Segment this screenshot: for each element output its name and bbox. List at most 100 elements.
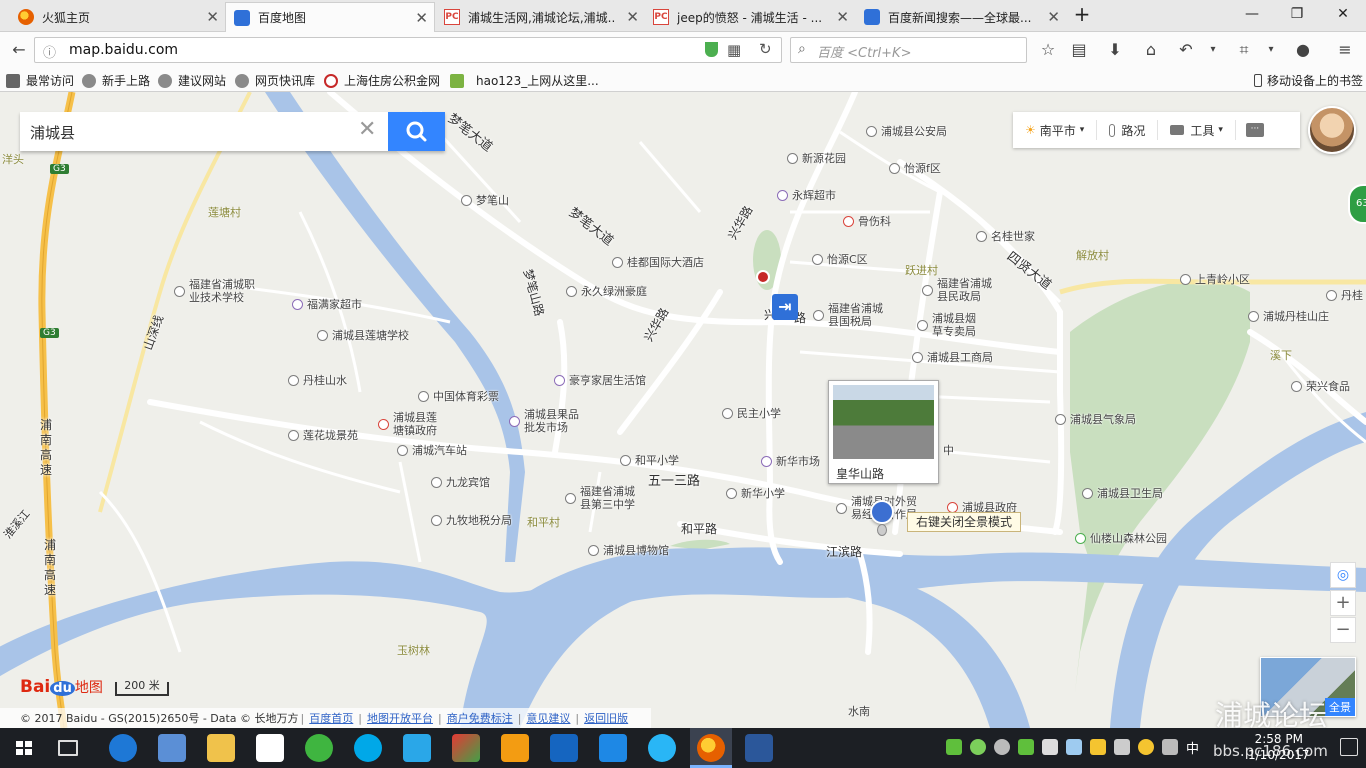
poi-marker[interactable]: 新华市场 xyxy=(761,453,820,469)
tray-chat-icon[interactable] xyxy=(946,739,962,755)
minimize-button[interactable]: — xyxy=(1240,6,1264,22)
tray-network-share-icon[interactable] xyxy=(1066,739,1082,755)
tab-baidu-news[interactable]: 百度新闻搜索——全球最... ✕ xyxy=(856,2,1066,32)
poi-marker[interactable]: 浦城县果品 批发市场 xyxy=(509,408,579,434)
poi-marker[interactable]: 福建省浦城 县国税局 xyxy=(813,302,883,328)
poi-marker[interactable]: 浦城丹桂山庄 xyxy=(1248,308,1329,324)
chat-icon[interactable]: ● xyxy=(1292,39,1314,61)
info-icon[interactable]: ⓘ xyxy=(43,42,56,61)
firefox-taskbar-button[interactable] xyxy=(690,728,732,768)
footer-link-old-version[interactable]: 返回旧版 xyxy=(584,710,628,726)
pano-location-pin-icon[interactable] xyxy=(870,500,894,524)
search-input[interactable]: ⌕ 百度 <Ctrl+K> xyxy=(790,37,1027,63)
exit-marker-icon[interactable]: ⇥ xyxy=(772,294,798,320)
close-icon[interactable]: ✕ xyxy=(626,8,639,26)
poi-marker[interactable]: 福满家超市 xyxy=(292,296,362,312)
outlook-icon[interactable] xyxy=(501,734,529,762)
tray-cloud-icon[interactable] xyxy=(994,739,1010,755)
poi-marker[interactable]: 怡源f区 xyxy=(889,160,941,176)
bookmark-most-visited[interactable]: 最常访问 xyxy=(6,72,74,89)
qr-code-icon[interactable]: ▦ xyxy=(727,41,741,59)
poi-marker[interactable]: 民主小学 xyxy=(722,405,781,421)
bookmark-getting-started[interactable]: 新手上路 xyxy=(82,72,150,89)
pegman-icon[interactable] xyxy=(877,524,887,536)
qq-browser-icon[interactable] xyxy=(403,734,431,762)
poi-marker[interactable]: 浦城县公安局 xyxy=(866,123,947,139)
tools-button[interactable]: 工具 ▾ xyxy=(1158,120,1236,140)
poi-marker[interactable]: 福建省浦城职 业技术学校 xyxy=(174,278,255,304)
back-button[interactable]: ← xyxy=(8,39,30,61)
tray-wechat-icon[interactable] xyxy=(970,739,986,755)
poi-marker[interactable]: 荣兴食品 xyxy=(1291,378,1350,394)
word-icon[interactable] xyxy=(745,734,773,762)
zoom-in-button[interactable]: + xyxy=(1330,590,1356,616)
poi-marker[interactable]: 永辉超市 xyxy=(777,187,836,203)
poi-marker[interactable]: 浦城汽车站 xyxy=(397,442,467,458)
kfc-icon[interactable] xyxy=(756,270,770,284)
poi-marker[interactable]: 浦城县工商局 xyxy=(912,349,993,365)
poi-marker[interactable]: 浦城县博物馆 xyxy=(588,542,669,558)
poi-marker[interactable]: 福建省浦城 县民政局 xyxy=(922,277,992,303)
close-icon[interactable]: ✕ xyxy=(415,9,428,27)
shield-icon[interactable] xyxy=(705,42,718,57)
skype-icon[interactable] xyxy=(354,734,382,762)
tray-device-icon[interactable] xyxy=(1042,739,1058,755)
poi-marker[interactable]: 上青岭小区 xyxy=(1180,271,1250,287)
poi-marker[interactable]: 浦城县气象局 xyxy=(1055,411,1136,427)
edge-icon[interactable] xyxy=(109,734,137,762)
url-bar[interactable]: ⓘ map.baidu.com ▦ ↻ xyxy=(34,37,782,63)
home-icon[interactable]: ⌂ xyxy=(1140,39,1162,61)
poi-marker[interactable]: 浦城县莲 塘镇政府 xyxy=(378,411,437,437)
poi-marker[interactable]: 丹桂 xyxy=(1326,287,1363,303)
chevron-down-icon[interactable]: ▾ xyxy=(1202,39,1224,61)
footer-link-open-platform[interactable]: 地图开放平台 xyxy=(367,710,433,726)
app-360-icon[interactable] xyxy=(452,734,480,762)
locate-icon[interactable]: ◎ xyxy=(1330,562,1356,588)
tab-pucheng-life[interactable]: PC 浦城生活网,浦城论坛,浦城... ✕ xyxy=(436,2,645,32)
reload-icon[interactable]: ↻ xyxy=(759,40,772,58)
new-tab-button[interactable]: + xyxy=(1070,2,1094,26)
traffic-button[interactable]: 路况 xyxy=(1097,120,1159,140)
footer-link-feedback[interactable]: 意见建议 xyxy=(526,710,570,726)
map-canvas[interactable]: G3 G3 梦笔大道 梦笔大道 兴华路 兴华路 兴 路 四贤大道 五一三路 和平… xyxy=(0,92,1366,728)
poi-marker[interactable]: 浦城县卫生局 xyxy=(1082,485,1163,501)
route-badge[interactable]: 63 xyxy=(1348,184,1366,224)
poi-marker[interactable]: 新源花园 xyxy=(787,150,846,166)
notification-icon[interactable] xyxy=(1340,738,1358,756)
poi-marker[interactable]: 和平小学 xyxy=(620,452,679,468)
undo-icon[interactable]: ↶ xyxy=(1175,39,1197,61)
poi-marker[interactable]: 怡源C区 xyxy=(812,251,868,267)
clear-icon[interactable]: ✕ xyxy=(358,117,376,142)
tab-jeep[interactable]: PC jeep的愤怒 - 浦城生活 - ... ✕ xyxy=(645,2,855,32)
poi-marker[interactable]: 桂都国际大酒店 xyxy=(612,254,704,270)
message-button[interactable]: ··· xyxy=(1236,120,1274,140)
bookmark-shanghai-fund[interactable]: 上海住房公积金网 xyxy=(324,72,440,89)
close-icon[interactable]: ✕ xyxy=(836,8,849,26)
baidu-map-logo[interactable]: Bai du 地图 xyxy=(20,677,103,697)
task-view-icon[interactable] xyxy=(58,740,78,756)
download-icon[interactable]: ⬇ xyxy=(1104,39,1126,61)
footer-link-merchant[interactable]: 商户免费标注 xyxy=(447,710,513,726)
close-icon[interactable]: ✕ xyxy=(206,8,219,26)
poi-marker[interactable]: 莲花垅景苑 xyxy=(288,427,358,443)
mobile-bookmarks[interactable]: 移动设备上的书签 xyxy=(1254,72,1363,89)
volume-icon[interactable] xyxy=(1162,739,1178,755)
poi-marker[interactable]: 梦笔山 xyxy=(461,192,509,208)
crop-icon[interactable]: ⌗ xyxy=(1233,39,1255,61)
qq-icon[interactable] xyxy=(648,734,676,762)
store-icon[interactable] xyxy=(256,734,284,762)
wifi-icon[interactable] xyxy=(1114,739,1130,755)
search-button[interactable] xyxy=(388,112,445,151)
close-window-button[interactable]: ✕ xyxy=(1331,6,1355,22)
tray-nvidia-icon[interactable] xyxy=(1018,739,1034,755)
tray-plus-icon[interactable] xyxy=(1138,739,1154,755)
tray-warning-icon[interactable] xyxy=(1090,739,1106,755)
poi-marker[interactable]: 豪亨家居生活馆 xyxy=(554,372,646,388)
poi-marker[interactable]: 丹桂山水 xyxy=(288,372,347,388)
bookmark-web-slices[interactable]: 网页快讯库 xyxy=(235,72,315,89)
wechat-icon[interactable] xyxy=(305,734,333,762)
poi-marker[interactable]: 浦城县烟 草专卖局 xyxy=(917,312,976,338)
close-icon[interactable]: ✕ xyxy=(1047,8,1060,26)
folder-icon[interactable] xyxy=(207,734,235,762)
poi-marker[interactable]: 九龙宾馆 xyxy=(431,474,490,490)
